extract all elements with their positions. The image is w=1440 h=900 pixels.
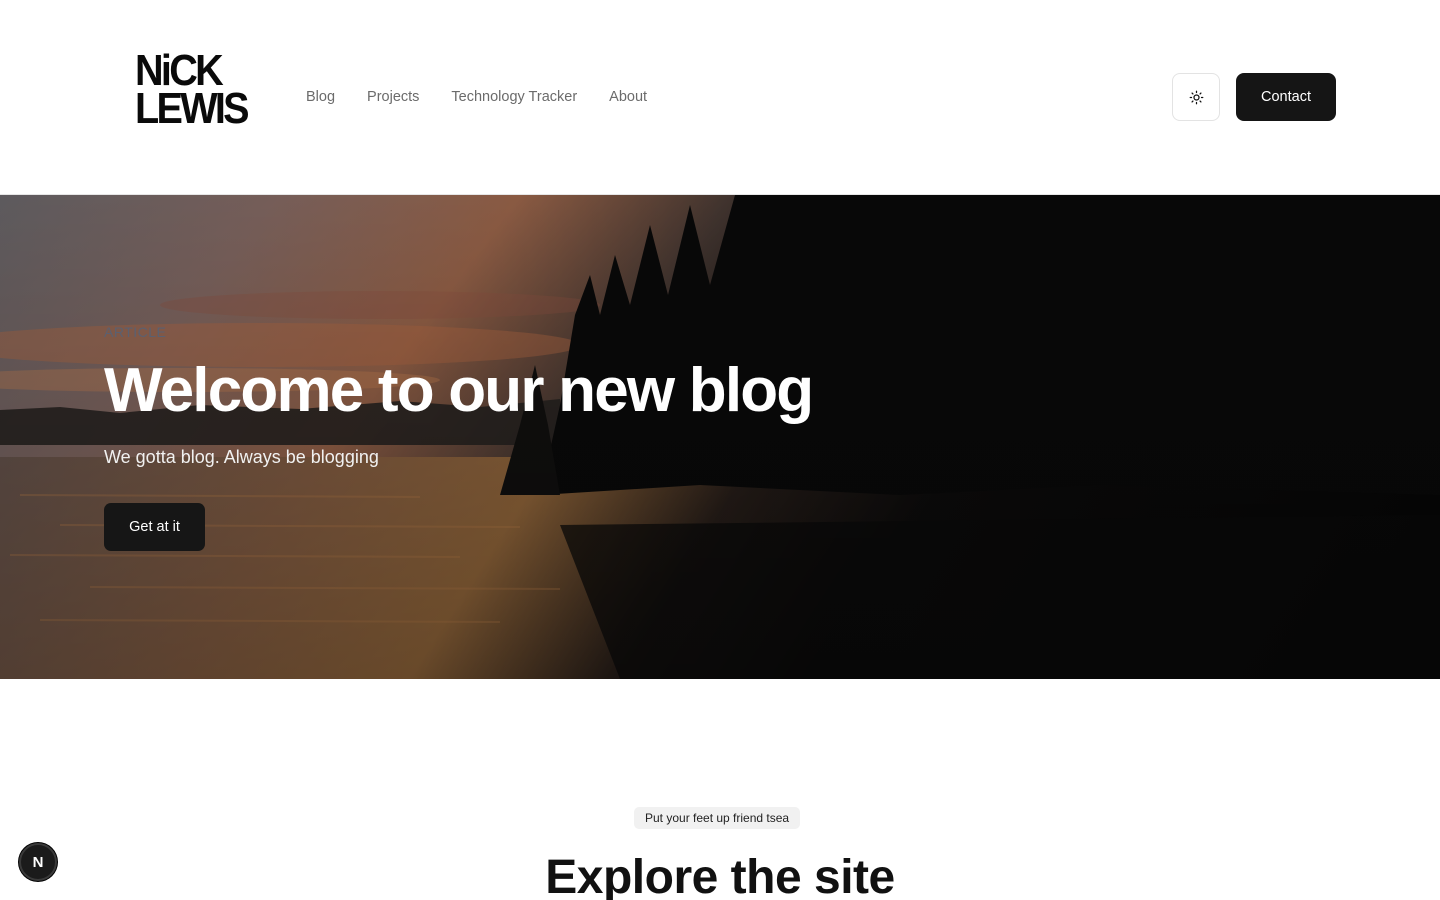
section-badge: Put your feet up friend tsea xyxy=(634,807,801,829)
nav-link-technology-tracker[interactable]: Technology Tracker xyxy=(451,86,577,108)
site-logo[interactable]: NiCK LEWIS xyxy=(135,49,250,133)
main-nav: Blog Projects Technology Tracker About xyxy=(306,86,647,108)
theme-toggle-button[interactable] xyxy=(1172,73,1220,121)
nav-link-about[interactable]: About xyxy=(609,86,647,108)
contact-button[interactable]: Contact xyxy=(1236,73,1336,121)
logo-last-name: LEWIS xyxy=(135,84,250,133)
hero-title: Welcome to our new blog xyxy=(104,356,814,425)
devtools-label: N xyxy=(32,853,44,871)
site-header: NiCK LEWIS Blog Projects Technology Trac… xyxy=(0,0,1440,195)
hero-banner: ARTICLE Welcome to our new blog We gotta… xyxy=(0,195,1440,679)
sun-icon xyxy=(1189,90,1203,104)
section-title: Explore the site xyxy=(545,851,895,900)
get-at-it-button[interactable]: Get at it xyxy=(104,503,205,551)
hero-background-image xyxy=(0,195,1440,679)
nav-link-projects[interactable]: Projects xyxy=(367,86,419,108)
nav-link-blog[interactable]: Blog xyxy=(306,86,335,108)
hero-eyebrow: ARTICLE xyxy=(104,324,167,340)
hero-subtitle: We gotta blog. Always be blogging xyxy=(104,447,379,467)
nextjs-logo-icon[interactable]: N xyxy=(19,843,57,881)
